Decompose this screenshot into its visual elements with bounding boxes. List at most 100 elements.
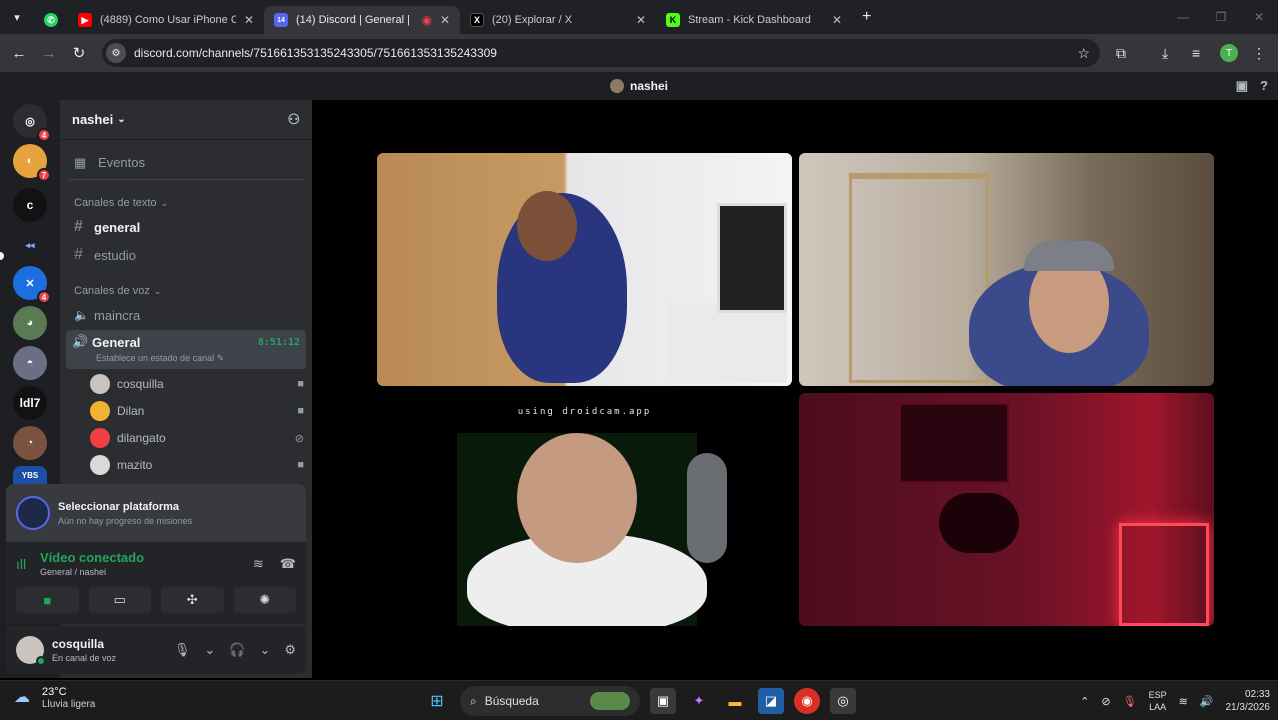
profile-avatar[interactable]: T <box>1220 34 1238 72</box>
chevron-up-icon[interactable]: ⌃ <box>1080 695 1089 708</box>
tab-whatsapp[interactable]: ✆ <box>34 6 68 34</box>
gear-icon[interactable]: ⚙ <box>284 642 296 658</box>
chrome-icon[interactable]: ◉ <box>794 688 820 714</box>
kebab-menu-icon[interactable]: ⋮ <box>1252 34 1266 72</box>
voice-location[interactable]: General / nashei <box>40 567 144 577</box>
microphone-in-use-icon[interactable]: 🎙 <box>1123 695 1137 708</box>
file-explorer-icon[interactable]: ▬ <box>722 688 748 714</box>
extensions-icon[interactable]: ⧉ <box>1116 34 1126 72</box>
disconnect-icon[interactable]: ☎ <box>280 556 296 572</box>
new-tab-plus-icon[interactable]: + <box>862 8 871 26</box>
video-tile[interactable]: using droidcam.app <box>377 393 792 626</box>
tab-youtube[interactable]: ▶ (4889) Como Usar iPhone Com ✕ <box>68 6 264 34</box>
server-icon[interactable]: ◐ 7 <box>13 144 51 182</box>
inbox-icon[interactable]: ▣ <box>1236 78 1248 94</box>
avatar <box>90 401 110 421</box>
server-icon[interactable]: ◔ <box>13 426 47 460</box>
server-icon-c[interactable]: c <box>13 188 47 222</box>
tab-kick[interactable]: K Stream - Kick Dashboard ✕ <box>656 6 852 34</box>
weather-widget[interactable]: ☁ 23°C Lluvia ligera <box>14 686 95 710</box>
volume-icon[interactable]: 🔊 <box>1200 695 1214 708</box>
set-channel-status[interactable]: Establece un estado de canal ✎ <box>72 353 300 364</box>
activities-button[interactable]: ✣ <box>161 587 224 613</box>
voice-user[interactable]: cosquilla ■ <box>90 371 304 397</box>
discord-home-icon[interactable]: ◎ 4 <box>13 104 51 142</box>
url-field[interactable]: ⚙ discord.com/channels/75166135313524330… <box>102 39 1100 67</box>
soundboard-button[interactable]: ✺ <box>233 587 296 613</box>
site-info-icon[interactable]: ⚙ <box>106 43 126 63</box>
tab-title: (4889) Como Usar iPhone Com <box>100 14 236 26</box>
server-icon[interactable]: ◓ <box>13 346 47 380</box>
close-window-icon[interactable]: ✕ <box>1240 0 1278 34</box>
reload-icon[interactable]: ↻ <box>64 44 94 62</box>
voice-channel-maincra[interactable]: 🔈 maincra <box>68 302 304 328</box>
invite-people-icon[interactable]: ⚇ <box>287 111 300 128</box>
events-item[interactable]: ▦ Eventos <box>68 146 304 180</box>
close-icon[interactable]: ✕ <box>244 13 254 27</box>
obs-icon[interactable]: ◎ <box>830 688 856 714</box>
app-icon[interactable]: ◪ <box>758 688 784 714</box>
camera-button[interactable]: ■ <box>16 587 79 613</box>
calendar-icon: ▦ <box>74 154 87 170</box>
network-off-icon[interactable]: ⊘ <box>1101 695 1110 708</box>
help-icon[interactable]: ? <box>1260 78 1268 94</box>
camera-icon: ■ <box>297 459 304 471</box>
close-icon[interactable]: ✕ <box>440 13 450 27</box>
task-view-icon[interactable]: ▣ <box>650 688 676 714</box>
voice-user[interactable]: Dilan ■ <box>90 398 304 424</box>
noise-suppression-icon[interactable]: ≋ <box>253 556 264 572</box>
media-icon[interactable]: ≡ <box>1192 34 1200 72</box>
screen-share-button[interactable]: ▭ <box>88 587 151 613</box>
server-icon-ldl7[interactable]: ldl7 <box>13 386 47 420</box>
chevron-down-icon[interactable]: ⌄ <box>204 642 215 658</box>
kick-icon: K <box>666 13 680 27</box>
channel-estudio[interactable]: # estudio <box>68 242 304 268</box>
back-arrow-icon[interactable]: ← <box>4 45 34 62</box>
wifi-icon[interactable]: ≋ <box>1179 695 1188 708</box>
voice-user[interactable]: mazito ■ <box>90 452 304 478</box>
voice-channel-general[interactable]: 🔊 General 8:51:12 Establece un estado de… <box>66 330 306 369</box>
recording-icon: ◉ <box>421 13 432 27</box>
pencil-icon: ✎ <box>216 353 225 363</box>
server-icon[interactable]: ◂◂ <box>13 228 47 262</box>
bookmark-star-icon[interactable]: ☆ <box>1077 45 1090 62</box>
quest-card[interactable]: Seleccionar plataforma Aún no hay progre… <box>6 484 306 542</box>
video-tile[interactable] <box>799 393 1214 626</box>
voice-user[interactable]: dilangato ⊘ <box>90 425 304 451</box>
server-icon-ybs[interactable]: YBS <box>13 466 47 484</box>
server-header[interactable]: nashei ⌄ ⚇ <box>60 100 312 140</box>
headphones-icon[interactable]: 🎧 <box>229 642 245 658</box>
tab-discord[interactable]: 14 (14) Discord | General | nas ◉ ✕ <box>264 6 460 34</box>
close-icon[interactable]: ✕ <box>832 13 842 27</box>
events-label: Eventos <box>98 155 145 170</box>
tab-x[interactable]: X (20) Explorar / X ✕ <box>460 6 656 34</box>
windows-start-icon[interactable]: ⊞ <box>424 688 450 714</box>
close-icon[interactable]: ✕ <box>636 13 646 27</box>
server-icon[interactable]: ✕ 4 <box>13 266 51 304</box>
server-icon[interactable]: ◕ <box>13 306 47 340</box>
avatar[interactable] <box>16 636 46 666</box>
clock[interactable]: 02:33 21/3/2026 <box>1226 688 1271 714</box>
voice-channels-category[interactable]: Canales de voz ⌄ <box>60 282 312 300</box>
download-icon[interactable]: ⤓ <box>1162 34 1168 72</box>
chevron-down-icon[interactable]: ⌄ <box>259 642 270 658</box>
discord-title-bar: nashei ▣ ? <box>0 72 1278 100</box>
forward-arrow-icon[interactable]: → <box>34 45 64 62</box>
video-tile[interactable] <box>799 153 1214 386</box>
voice-user-name: cosquilla <box>117 377 164 391</box>
online-status-dot <box>36 656 46 666</box>
video-tile[interactable] <box>377 153 792 386</box>
tab-search-chevron-icon[interactable]: ▾ <box>0 0 34 34</box>
date: 21/3/2026 <box>1225 702 1271 713</box>
restore-icon[interactable]: ❐ <box>1202 0 1240 34</box>
channel-general[interactable]: # general <box>68 214 304 240</box>
text-channels-category[interactable]: Canales de texto ⌄ <box>60 194 312 212</box>
minimize-icon[interactable]: — <box>1164 0 1202 34</box>
status-hint: Establece un estado de canal <box>96 353 215 363</box>
signal-icon[interactable]: ıll <box>16 556 40 572</box>
discord-window-title: nashei <box>629 79 668 93</box>
copilot-icon[interactable]: ✦ <box>686 688 712 714</box>
microphone-icon[interactable]: 🎙 <box>174 642 191 658</box>
search-box[interactable]: ⌕ Búsqueda <box>460 686 640 716</box>
language-indicator[interactable]: ESP LAA <box>1149 689 1167 713</box>
